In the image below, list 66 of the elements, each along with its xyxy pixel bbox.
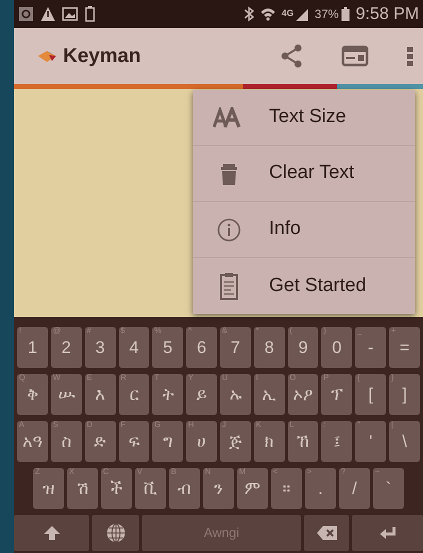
shift-key[interactable] [14, 515, 89, 551]
key-hint: _ [357, 327, 362, 335]
keyboard-key[interactable]: _ - [355, 327, 386, 368]
key-hint: ) [323, 327, 326, 335]
key-hint: & [222, 327, 228, 335]
clock: 9:58 PM [356, 3, 419, 26]
menu-item[interactable]: Info [269, 215, 301, 244]
key-hint: " [357, 421, 360, 429]
keyboard-key[interactable]: + = [389, 327, 420, 368]
more-options-icon[interactable] [407, 45, 413, 67]
image-icon [62, 6, 78, 22]
key-hint: @ [52, 327, 61, 335]
key-hint: < [273, 468, 278, 476]
keyboard-key[interactable]: | \ [389, 421, 420, 462]
key-hint: | [391, 421, 394, 429]
key-hint: # [86, 327, 92, 335]
key-hint: $ [120, 327, 125, 335]
key-hint: } [391, 374, 394, 382]
backspace-key[interactable] [304, 515, 349, 551]
keyboard-key[interactable]: } ] [389, 374, 420, 415]
key-hint: + [391, 327, 396, 335]
keyboard-key[interactable]: * 8 [254, 327, 285, 368]
keyboard-key[interactable]: ( 9 [288, 327, 318, 368]
keyboard-key[interactable]: > . [305, 468, 336, 509]
keyboard-key[interactable]: @ 2 [50, 327, 82, 368]
battery-icon [340, 6, 350, 22]
key-hint: ! [19, 327, 22, 335]
key-hint: * [256, 327, 259, 335]
key-hint: % [154, 327, 162, 335]
keyboard-key[interactable]: ~ ` [373, 468, 404, 509]
keyboard-key[interactable]: $ 4 [118, 327, 150, 368]
keyboard-key[interactable]: ) 0 [321, 327, 352, 368]
notification-icon [18, 6, 34, 22]
keyboard-key[interactable]: ? / [339, 468, 370, 509]
keyboard-key[interactable]: % 5 [152, 327, 184, 368]
wifi-icon [260, 6, 276, 22]
keyboard-key[interactable]: & 7 [220, 327, 251, 368]
network-type-label: 4G [282, 7, 294, 20]
menu-item[interactable]: Clear Text [269, 159, 354, 188]
globe-key[interactable] [92, 515, 139, 551]
globe-icon [106, 523, 126, 543]
keyboard-key[interactable]: : ፤ [321, 421, 352, 462]
key-hint: ( [290, 327, 292, 335]
keyboard-key[interactable]: ! 1 [17, 327, 48, 368]
keyboard-key[interactable]: # 3 [84, 327, 116, 368]
layout-icon[interactable] [341, 45, 369, 67]
keyboard-key[interactable]: ^ 6 [186, 327, 217, 368]
battery-percent: 37% [314, 6, 339, 23]
key-hint: > [307, 468, 312, 476]
app-title: Keyman [63, 44, 141, 69]
menu-item[interactable]: Text Size [269, 103, 346, 132]
key-hint: ? [341, 468, 346, 476]
enter-icon [378, 526, 396, 540]
keyboard-key[interactable]: " ' [355, 421, 386, 462]
backspace-icon [316, 525, 338, 541]
key-hint: : [323, 421, 326, 429]
menu-item[interactable]: Get Started [269, 272, 366, 300]
warning-icon [40, 6, 56, 22]
key-hint: { [357, 374, 360, 382]
keyboard-key[interactable]: < ። [271, 468, 302, 509]
key-hint: ^ [188, 327, 192, 335]
keyboard-key[interactable]: { [ [355, 374, 386, 415]
key-hint: ~ [375, 468, 380, 476]
shift-icon [42, 525, 60, 541]
bluetooth-icon [244, 6, 254, 22]
enter-key[interactable] [352, 515, 423, 551]
